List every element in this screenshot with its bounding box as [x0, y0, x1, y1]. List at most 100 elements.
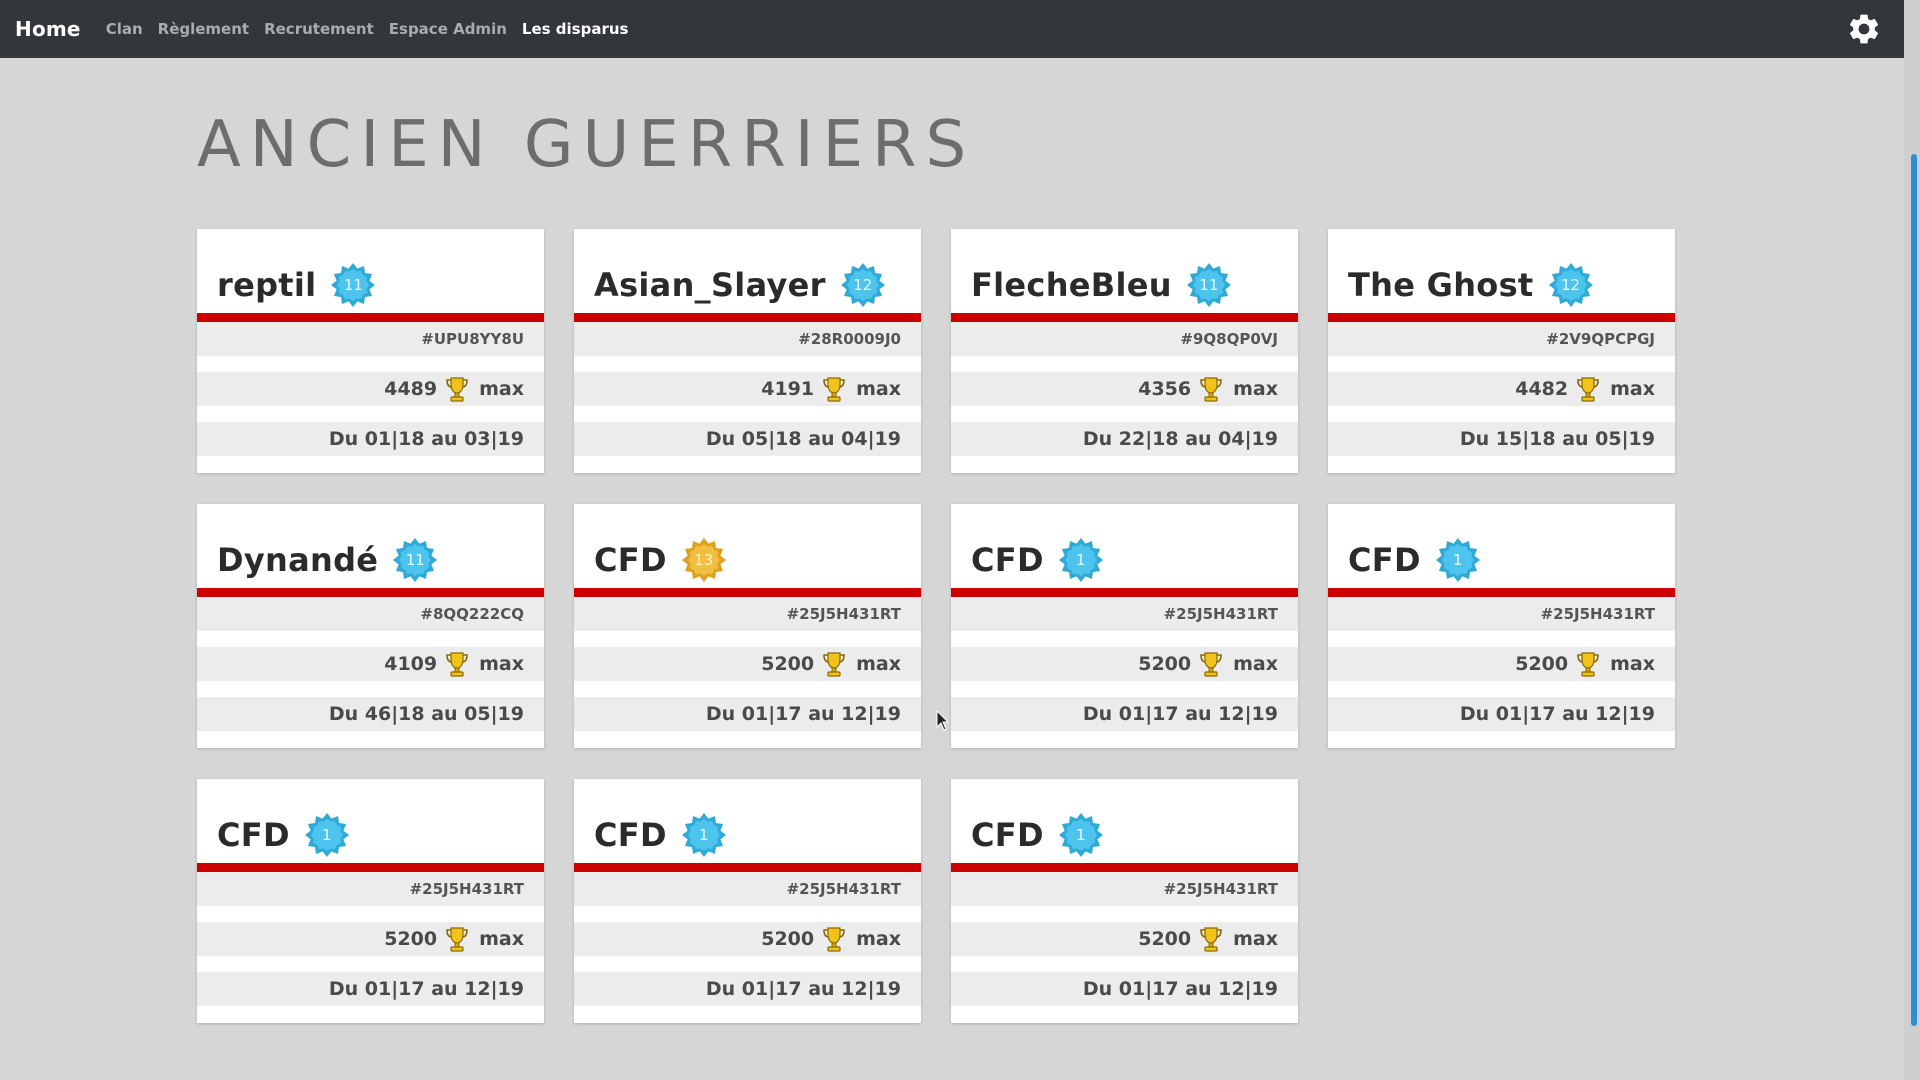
trophy-row: 5200 max [951, 922, 1298, 956]
level-badge-icon: 13 [681, 537, 727, 583]
level-badge-value: 1 [699, 826, 709, 844]
level-badge-value: 1 [322, 826, 332, 844]
member-card: CFD 1 #25J5H431RT 5200 max Du 01|17 au 1… [951, 779, 1298, 1023]
trophy-max-label: max [479, 928, 524, 950]
gear-icon[interactable] [1846, 11, 1882, 47]
member-name: FlecheBleu [971, 266, 1172, 304]
trophy-row: 5200 max [197, 922, 544, 956]
trophy-row: 4482 max [1328, 372, 1675, 406]
trophy-max-label: max [1233, 378, 1278, 400]
trophy-icon [823, 652, 845, 677]
trophy-icon [1200, 652, 1222, 677]
membership-dates: Du 01|17 au 12|19 [574, 697, 921, 731]
trophy-icon [1200, 927, 1222, 952]
trophy-count: 4489 [384, 378, 438, 400]
membership-dates: Du 01|17 au 12|19 [574, 972, 921, 1006]
member-card-header: reptil 11 [197, 229, 544, 322]
member-tag: #25J5H431RT [574, 597, 921, 631]
trophy-icon [446, 927, 468, 952]
page-title: ANCIEN GUERRIERS [197, 108, 976, 182]
scrollbar-thumb[interactable] [1911, 154, 1917, 1026]
trophy-row: 5200 max [951, 647, 1298, 681]
membership-dates: Du 05|18 au 04|19 [574, 422, 921, 456]
level-badge-icon: 1 [1058, 537, 1104, 583]
member-name: CFD [217, 816, 290, 854]
nav-link-espace-admin[interactable]: Espace Admin [389, 20, 507, 38]
member-name: CFD [594, 816, 667, 854]
level-badge-icon: 12 [1548, 262, 1594, 308]
level-badge-value: 11 [405, 551, 425, 569]
trophy-icon [1200, 377, 1222, 402]
member-card-header: FlecheBleu 11 [951, 229, 1298, 322]
member-card-header: CFD 1 [197, 779, 544, 872]
level-badge-icon: 11 [1186, 262, 1232, 308]
level-badge-icon: 11 [330, 262, 376, 308]
member-card-header: Dynandé 11 [197, 504, 544, 597]
membership-dates: Du 15|18 au 05|19 [1328, 422, 1675, 456]
membership-dates: Du 22|18 au 04|19 [951, 422, 1298, 456]
member-card: Dynandé 11 #8QQ222CQ 4109 max Du 46|18 a… [197, 504, 544, 748]
member-card: Asian_Slayer 12 #28R0009J0 4191 max Du 0… [574, 229, 921, 473]
trophy-max-label: max [1233, 928, 1278, 950]
trophy-count: 5200 [1515, 653, 1569, 675]
member-card-header: The Ghost 12 [1328, 229, 1675, 322]
trophy-count: 5200 [761, 653, 815, 675]
member-card: reptil 11 #UPU8YY8U 4489 max Du 01|18 au… [197, 229, 544, 473]
member-card-header: CFD 1 [1328, 504, 1675, 597]
member-tag: #25J5H431RT [1328, 597, 1675, 631]
member-name: CFD [971, 816, 1044, 854]
nav-link-recrutement[interactable]: Recrutement [264, 20, 374, 38]
nav-link-reglement[interactable]: Règlement [158, 20, 249, 38]
level-badge-icon: 1 [681, 812, 727, 858]
trophy-icon [823, 927, 845, 952]
trophy-count: 5200 [1138, 653, 1192, 675]
member-card-header: CFD 1 [574, 779, 921, 872]
trophy-row: 5200 max [1328, 647, 1675, 681]
member-name: CFD [594, 541, 667, 579]
level-badge-value: 11 [1199, 276, 1219, 294]
member-card: CFD 1 #25J5H431RT 5200 max Du 01|17 au 1… [1328, 504, 1675, 748]
nav-home-link[interactable]: Home [15, 17, 81, 41]
member-tag: #25J5H431RT [951, 872, 1298, 906]
trophy-row: 5200 max [574, 647, 921, 681]
trophy-row: 5200 max [574, 922, 921, 956]
trophy-count: 4356 [1138, 378, 1192, 400]
trophy-count: 5200 [384, 928, 438, 950]
trophy-count: 4191 [761, 378, 815, 400]
nav-link-les-disparus[interactable]: Les disparus [522, 20, 629, 38]
trophy-row: 4356 max [951, 372, 1298, 406]
trophy-max-label: max [856, 653, 901, 675]
member-card-header: CFD 1 [951, 779, 1298, 872]
trophy-max-label: max [856, 928, 901, 950]
trophy-count: 4482 [1515, 378, 1569, 400]
trophy-row: 4109 max [197, 647, 544, 681]
trophy-max-label: max [1610, 378, 1655, 400]
trophy-count: 5200 [1138, 928, 1192, 950]
trophy-count: 5200 [761, 928, 815, 950]
top-navbar: Home Clan Règlement Recrutement Espace A… [0, 0, 1904, 58]
member-name: The Ghost [1348, 266, 1534, 304]
trophy-row: 4191 max [574, 372, 921, 406]
trophy-max-label: max [856, 378, 901, 400]
level-badge-icon: 1 [1058, 812, 1104, 858]
member-tag: #2V9QPCPGJ [1328, 322, 1675, 356]
members-grid: reptil 11 #UPU8YY8U 4489 max Du 01|18 au… [197, 229, 1675, 1023]
level-badge-value: 1 [1076, 551, 1086, 569]
member-name: reptil [217, 266, 317, 304]
member-tag: #28R0009J0 [574, 322, 921, 356]
trophy-max-label: max [479, 653, 524, 675]
mouse-cursor-icon [936, 710, 950, 731]
member-tag: #25J5H431RT [951, 597, 1298, 631]
trophy-row: 4489 max [197, 372, 544, 406]
member-tag: #8QQ222CQ [197, 597, 544, 631]
membership-dates: Du 01|18 au 03|19 [197, 422, 544, 456]
level-badge-value: 12 [853, 276, 873, 294]
member-name: CFD [1348, 541, 1421, 579]
member-card-header: Asian_Slayer 12 [574, 229, 921, 322]
level-badge-value: 11 [343, 276, 363, 294]
level-badge-value: 13 [694, 551, 714, 569]
nav-link-clan[interactable]: Clan [106, 20, 143, 38]
member-name: Dynandé [217, 541, 379, 579]
member-card: CFD 13 #25J5H431RT 5200 max Du 01|17 au … [574, 504, 921, 748]
vertical-scrollbar[interactable] [1904, 0, 1920, 1080]
